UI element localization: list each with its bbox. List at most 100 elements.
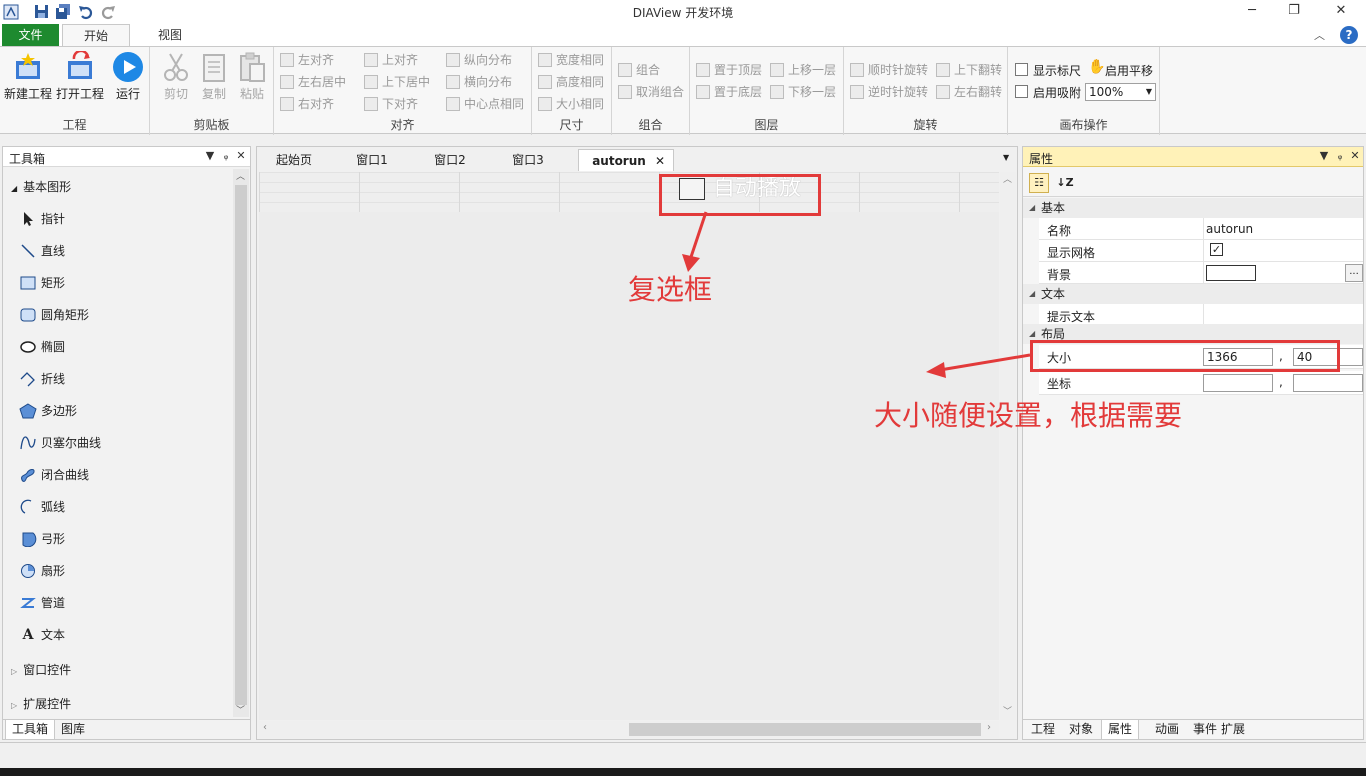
tool-ellipse[interactable]: 椭圆 bbox=[19, 335, 65, 359]
tool-line[interactable]: 直线 bbox=[19, 239, 65, 263]
design-canvas[interactable]: 自动播放 bbox=[259, 172, 999, 720]
category-basic-shapes[interactable]: ◢ 基本图形 bbox=[11, 178, 71, 196]
same-width-button[interactable]: 宽度相同 bbox=[538, 50, 604, 70]
collapse-ribbon-icon[interactable]: ︿ bbox=[1314, 27, 1325, 43]
doc-tab-window3[interactable]: 窗口3 bbox=[495, 149, 561, 171]
dropdown-icon[interactable]: ▼ bbox=[1317, 149, 1331, 162]
tab-toolbox[interactable]: 工具箱 bbox=[5, 720, 56, 740]
flip-horizontal-button[interactable]: 左右翻转 bbox=[936, 82, 1002, 102]
close-icon[interactable]: ✕ bbox=[1348, 149, 1362, 162]
categorized-view-icon[interactable]: ☷ bbox=[1029, 173, 1049, 193]
toolbox-scrollbar[interactable]: ︿ ﹀ bbox=[233, 169, 249, 717]
close-tab-icon[interactable]: ✕ bbox=[655, 150, 665, 172]
move-up-icon bbox=[770, 63, 784, 77]
pin-icon[interactable]: ᵩ bbox=[219, 149, 233, 162]
tool-polyline[interactable]: 折线 bbox=[19, 367, 65, 391]
hand-pan-icon[interactable]: ✋ bbox=[1088, 59, 1105, 75]
show-ruler-checkbox[interactable] bbox=[1015, 63, 1028, 76]
tab-gallery[interactable]: 图库 bbox=[55, 720, 91, 740]
tab-start[interactable]: 开始 bbox=[62, 24, 130, 46]
prop-tooltip-value[interactable] bbox=[1203, 304, 1363, 326]
distribute-h-button[interactable]: 横向分布 bbox=[446, 72, 512, 92]
minimize-icon[interactable]: ─ bbox=[1238, 3, 1266, 21]
distribute-v-button[interactable]: 纵向分布 bbox=[446, 50, 512, 70]
enable-snap-checkbox[interactable] bbox=[1015, 85, 1028, 98]
position-x-input[interactable] bbox=[1203, 374, 1273, 392]
tool-rounded-rect[interactable]: 圆角矩形 bbox=[19, 303, 89, 327]
alphabetical-sort-icon[interactable]: ↓Z bbox=[1055, 173, 1075, 193]
center-point-button[interactable]: 中心点相同 bbox=[446, 94, 524, 114]
tool-closed-curve[interactable]: 闭合曲线 bbox=[19, 463, 89, 487]
tool-arc[interactable]: 弧线 bbox=[19, 495, 65, 519]
doc-tab-window2[interactable]: 窗口2 bbox=[417, 149, 483, 171]
background-color-swatch[interactable] bbox=[1206, 265, 1256, 281]
category-window-controls[interactable]: ▷ 窗口控件 bbox=[11, 661, 71, 679]
tool-segment[interactable]: 弓形 bbox=[19, 527, 65, 551]
dropdown-icon[interactable]: ▼ bbox=[203, 149, 217, 162]
tab-project[interactable]: 工程 bbox=[1025, 720, 1061, 740]
canvas-horizontal-scrollbar[interactable]: ‹ › bbox=[259, 721, 999, 738]
prop-name-value[interactable]: autorun bbox=[1203, 218, 1363, 240]
tab-list-dropdown-icon[interactable]: ▼ bbox=[1003, 153, 1009, 162]
align-top-button[interactable]: 上对齐 bbox=[364, 50, 418, 70]
close-icon[interactable]: ✕ bbox=[1327, 3, 1355, 21]
open-project-button[interactable]: 打开工程 bbox=[54, 49, 106, 107]
scroll-right-icon[interactable]: › bbox=[987, 722, 991, 733]
tool-text[interactable]: A 文本 bbox=[19, 623, 65, 647]
same-size-button[interactable]: 大小相同 bbox=[538, 94, 604, 114]
tab-view[interactable]: 视图 bbox=[138, 24, 202, 46]
tool-sector[interactable]: 扇形 bbox=[19, 559, 65, 583]
scroll-left-icon[interactable]: ‹ bbox=[263, 722, 267, 733]
tool-bezier[interactable]: 贝塞尔曲线 bbox=[19, 431, 101, 455]
scrollbar-thumb[interactable] bbox=[629, 723, 981, 736]
restore-icon[interactable]: ❐ bbox=[1280, 3, 1308, 21]
tab-properties[interactable]: 属性 bbox=[1101, 720, 1140, 740]
tab-objects[interactable]: 对象 bbox=[1063, 720, 1099, 740]
tool-pipe[interactable]: 管道 bbox=[19, 591, 65, 615]
doc-tab-window1[interactable]: 窗口1 bbox=[339, 149, 405, 171]
doc-tab-start-page[interactable]: 起始页 bbox=[261, 149, 327, 171]
pin-icon[interactable]: ᵩ bbox=[1333, 149, 1347, 162]
canvas-vertical-scrollbar[interactable]: ︿ ﹀ bbox=[1000, 172, 1016, 720]
align-center-v-button[interactable]: 上下居中 bbox=[364, 72, 430, 92]
rotate-ccw-button[interactable]: 逆时针旋转 bbox=[850, 82, 928, 102]
align-bottom-button[interactable]: 下对齐 bbox=[364, 94, 418, 114]
scroll-up-icon[interactable]: ︿ bbox=[236, 169, 245, 182]
prop-category-text[interactable]: 文本 bbox=[1023, 284, 1363, 304]
bring-to-front-button[interactable]: 置于顶层 bbox=[696, 60, 762, 80]
help-icon[interactable]: ? bbox=[1340, 26, 1358, 44]
prop-category-basic[interactable]: 基本 bbox=[1023, 198, 1363, 218]
tool-pointer[interactable]: 指针 bbox=[19, 207, 65, 231]
align-left-button[interactable]: 左对齐 bbox=[280, 50, 334, 70]
show-grid-checkbox[interactable]: ✓ bbox=[1210, 243, 1223, 256]
category-extension-controls[interactable]: ▷ 扩展控件 bbox=[11, 695, 71, 713]
ungroup-button[interactable]: 取消组合 bbox=[618, 82, 684, 102]
scrollbar-thumb[interactable] bbox=[235, 185, 247, 705]
move-up-button[interactable]: 上移一层 bbox=[770, 60, 836, 80]
file-menu-tab[interactable]: 文件 bbox=[2, 24, 59, 46]
new-project-button[interactable]: 新建工程 bbox=[2, 51, 54, 107]
enable-pan-label[interactable]: 启用平移 bbox=[1105, 62, 1153, 79]
group-button[interactable]: 组合 bbox=[618, 60, 660, 80]
scroll-up-icon[interactable]: ︿ bbox=[1003, 172, 1012, 185]
tab-extensions[interactable]: 扩展 bbox=[1215, 720, 1251, 740]
paste-button[interactable]: 粘贴 bbox=[226, 51, 278, 107]
move-down-button[interactable]: 下移一层 bbox=[770, 82, 836, 102]
background-browse-button[interactable]: ... bbox=[1345, 264, 1363, 282]
align-right-button[interactable]: 右对齐 bbox=[280, 94, 334, 114]
rotate-cw-button[interactable]: 顺时针旋转 bbox=[850, 60, 928, 80]
same-height-button[interactable]: 高度相同 bbox=[538, 72, 604, 92]
tool-polygon[interactable]: 多边形 bbox=[19, 399, 77, 423]
tab-animation[interactable]: 动画 bbox=[1149, 720, 1185, 740]
tool-rectangle[interactable]: 矩形 bbox=[19, 271, 65, 295]
zoom-select[interactable]: 100% ▼ bbox=[1085, 83, 1156, 101]
flip-vertical-button[interactable]: 上下翻转 bbox=[936, 60, 1002, 80]
doc-tab-autorun[interactable]: autorun ✕ bbox=[578, 149, 674, 171]
align-center-h-button[interactable]: 左右居中 bbox=[280, 72, 346, 92]
scroll-down-icon[interactable]: ﹀ bbox=[236, 703, 245, 716]
send-to-back-button[interactable]: 置于底层 bbox=[696, 82, 762, 102]
run-button[interactable]: 运行 bbox=[102, 51, 154, 107]
scroll-down-icon[interactable]: ﹀ bbox=[1003, 704, 1012, 717]
close-icon[interactable]: ✕ bbox=[234, 149, 248, 162]
position-y-input[interactable] bbox=[1293, 374, 1363, 392]
